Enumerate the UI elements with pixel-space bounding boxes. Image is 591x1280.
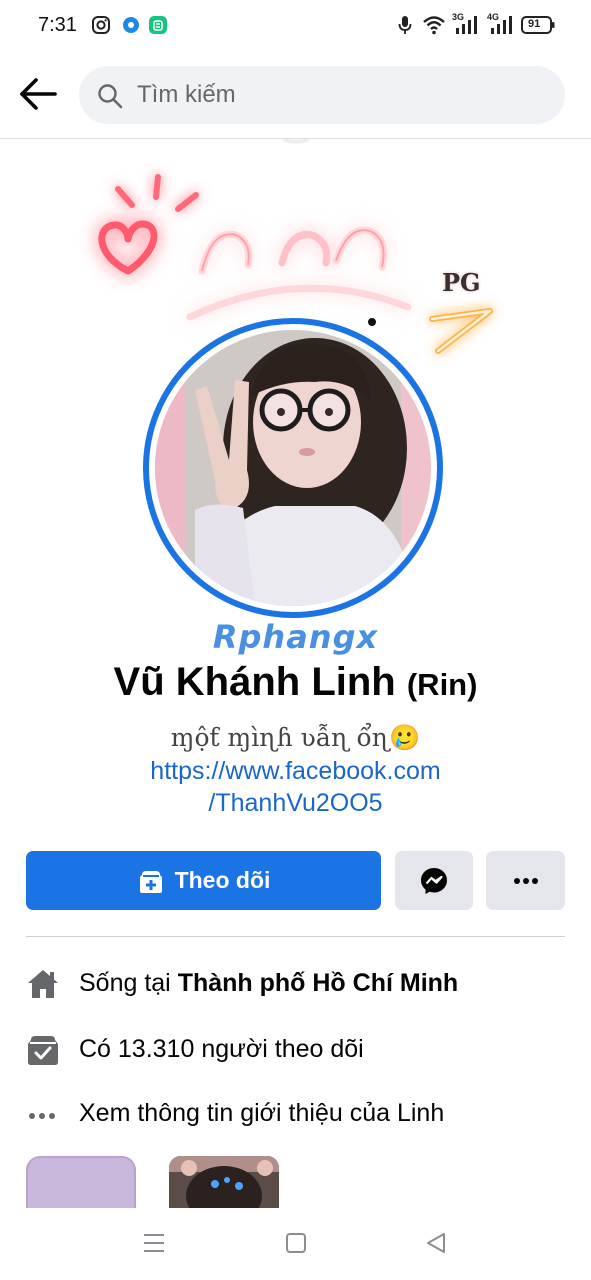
status-time: 7:31 xyxy=(38,14,77,36)
status-bar: 7:31 3G 4G 91 xyxy=(0,0,591,52)
back-triangle-icon[interactable] xyxy=(425,1232,447,1259)
follow-button[interactable]: Theo dõi xyxy=(26,851,381,910)
section-divider xyxy=(26,936,565,937)
thumbnail-photo xyxy=(169,1156,279,1216)
intro-followers-text: Có 13.310 người theo dõi xyxy=(79,1035,364,1063)
messenger-icon xyxy=(421,867,447,894)
follow-plus-icon xyxy=(139,870,162,893)
message-button[interactable] xyxy=(395,851,473,910)
android-app-icon xyxy=(148,15,168,40)
avatar-watermark: Rphangx xyxy=(212,618,379,656)
search-placeholder: Tìm kiếm xyxy=(137,81,236,108)
intro-about[interactable]: Xem thông tin giới thiệu của Linh xyxy=(26,1094,586,1134)
more-dots-icon xyxy=(26,1098,60,1130)
signal-4g-icon: 4G xyxy=(487,12,515,41)
signal-3g-label: 3G xyxy=(452,12,465,22)
system-nav-bar xyxy=(0,1208,591,1280)
lives-in-city[interactable]: Thành phố Hồ Chí Minh xyxy=(178,969,459,997)
profile-nickname: (Rin) xyxy=(406,667,478,702)
instagram-icon xyxy=(91,15,111,40)
followers-icon xyxy=(26,1034,60,1066)
avatar-portrait xyxy=(155,330,431,606)
intro-about-text: Xem thông tin giới thiệu của Linh xyxy=(79,1099,445,1127)
signal-3g-icon: 3G xyxy=(452,12,480,41)
arrow-left-icon xyxy=(20,78,57,110)
home-square-icon[interactable] xyxy=(285,1232,307,1259)
battery-icon: 91 xyxy=(521,15,555,40)
wifi-icon xyxy=(422,15,446,40)
profile-link-line-1[interactable]: https://www.facebook.com xyxy=(0,757,591,786)
profile-name-text: Vũ Khánh Linh xyxy=(113,660,396,704)
follow-button-label: Theo dõi xyxy=(174,867,271,893)
profile-link-line-2[interactable]: /ThanhVu2OO5 xyxy=(0,789,591,818)
featured-thumbnail-1[interactable] xyxy=(26,1156,136,1216)
search-icon xyxy=(97,83,123,114)
cover-badge: PG xyxy=(442,268,481,297)
profile-bio: ɱộƭ ɱìɳɦ ʋẫɳ ổɳ🥲 xyxy=(170,723,421,752)
messenger-lite-icon xyxy=(121,15,141,40)
intro-lives-in: Sống tại Thành phố Hồ Chí Minh xyxy=(26,964,586,1004)
back-button[interactable] xyxy=(18,76,60,116)
featured-thumbnail-2[interactable] xyxy=(169,1156,279,1216)
avatar[interactable] xyxy=(155,330,431,606)
mic-icon xyxy=(398,15,412,40)
top-bar: Tìm kiếm xyxy=(0,52,591,139)
battery-level: 91 xyxy=(528,18,541,30)
intro-lives-in-text: Sống tại Thành phố Hồ Chí Minh xyxy=(79,969,458,998)
signal-4g-label: 4G xyxy=(487,12,500,22)
profile-name: Vũ Khánh Linh (Rin) xyxy=(0,660,591,705)
lives-in-prefix: Sống tại xyxy=(79,969,178,997)
more-options-button[interactable] xyxy=(486,851,565,910)
more-dots-icon xyxy=(513,877,538,884)
home-icon xyxy=(26,968,60,1000)
menu-icon[interactable] xyxy=(143,1232,165,1259)
intro-followers: Có 13.310 người theo dõi xyxy=(26,1030,586,1070)
search-input[interactable]: Tìm kiếm xyxy=(79,66,565,124)
